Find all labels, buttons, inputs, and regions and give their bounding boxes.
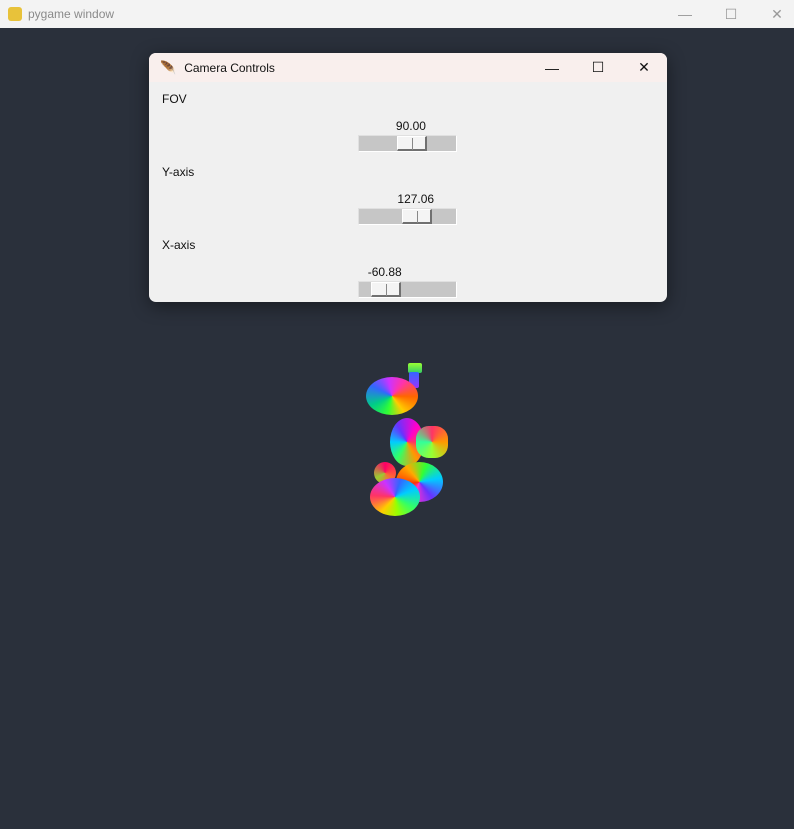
- slider-value: 90.00: [395, 119, 426, 133]
- dialog-titlebar: 🪶 Camera Controls — ☐ ✕: [149, 53, 667, 82]
- window-title: pygame window: [28, 7, 115, 21]
- slider-track[interactable]: [358, 135, 457, 152]
- dialog-maximize-button[interactable]: ☐: [575, 53, 621, 82]
- slider-value: -60.88: [367, 265, 402, 279]
- slider-label: Y-axis: [162, 165, 195, 179]
- maximize-button[interactable]: ☐: [708, 0, 754, 28]
- slider-track[interactable]: [358, 208, 457, 225]
- slider-thumb[interactable]: [396, 136, 427, 151]
- minimize-button[interactable]: —: [662, 0, 708, 28]
- slider-label: FOV: [162, 92, 187, 106]
- slider-label: X-axis: [162, 238, 196, 252]
- close-button[interactable]: ✕: [754, 0, 794, 28]
- slider-track[interactable]: [358, 281, 457, 298]
- dialog-close-button[interactable]: ✕: [621, 53, 667, 82]
- camera-controls-dialog: 🪶 Camera Controls — ☐ ✕ FOV 90.00 Y-axis…: [149, 53, 667, 302]
- dialog-title: Camera Controls: [184, 60, 275, 75]
- slider-thumb[interactable]: [370, 282, 401, 297]
- slider-thumb[interactable]: [401, 209, 432, 224]
- slider-value: 127.06: [397, 192, 435, 206]
- window-titlebar: pygame window — ☐ ✕: [0, 0, 794, 28]
- feather-icon: 🪶: [160, 59, 177, 75]
- dialog-minimize-button[interactable]: —: [529, 53, 575, 82]
- pygame-icon: [8, 7, 22, 21]
